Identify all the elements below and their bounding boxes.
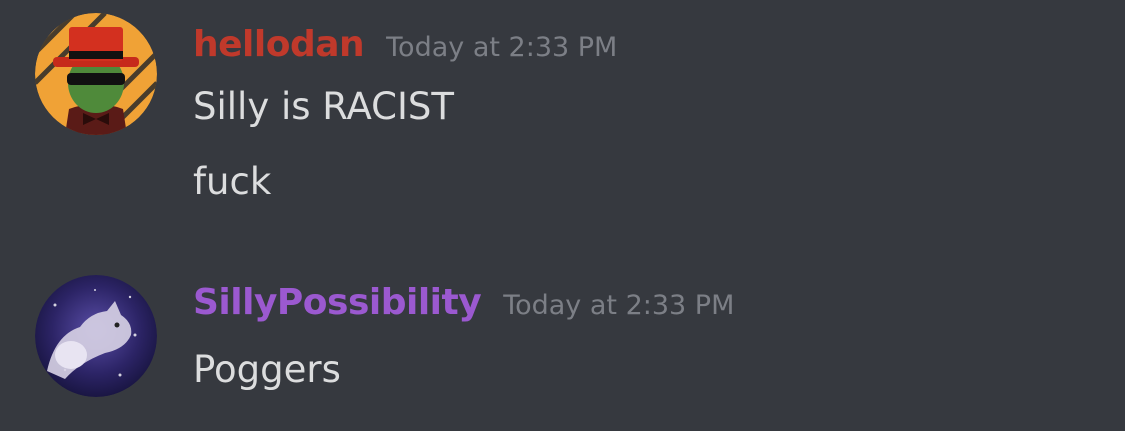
timestamp: Today at 2:33 PM [503,290,735,321]
message-header: hellodan Today at 2:33 PM [193,24,617,72]
username[interactable]: hellodan [193,24,365,65]
username[interactable]: SillyPossibility [193,282,482,323]
message-text: fuck [193,160,272,203]
timestamp: Today at 2:33 PM [386,32,618,63]
message-header: SillyPossibility Today at 2:33 PM [193,282,734,330]
message-text: Poggers [193,348,341,391]
avatar[interactable] [35,275,157,397]
message-text: Silly is RACIST [193,85,455,128]
chat-message-list: hellodan Today at 2:33 PM Silly is RACIST… [0,0,1125,431]
cactus-top-hat-avatar-icon [35,13,157,135]
avatar[interactable] [35,13,157,135]
space-cat-avatar-icon [35,275,157,397]
